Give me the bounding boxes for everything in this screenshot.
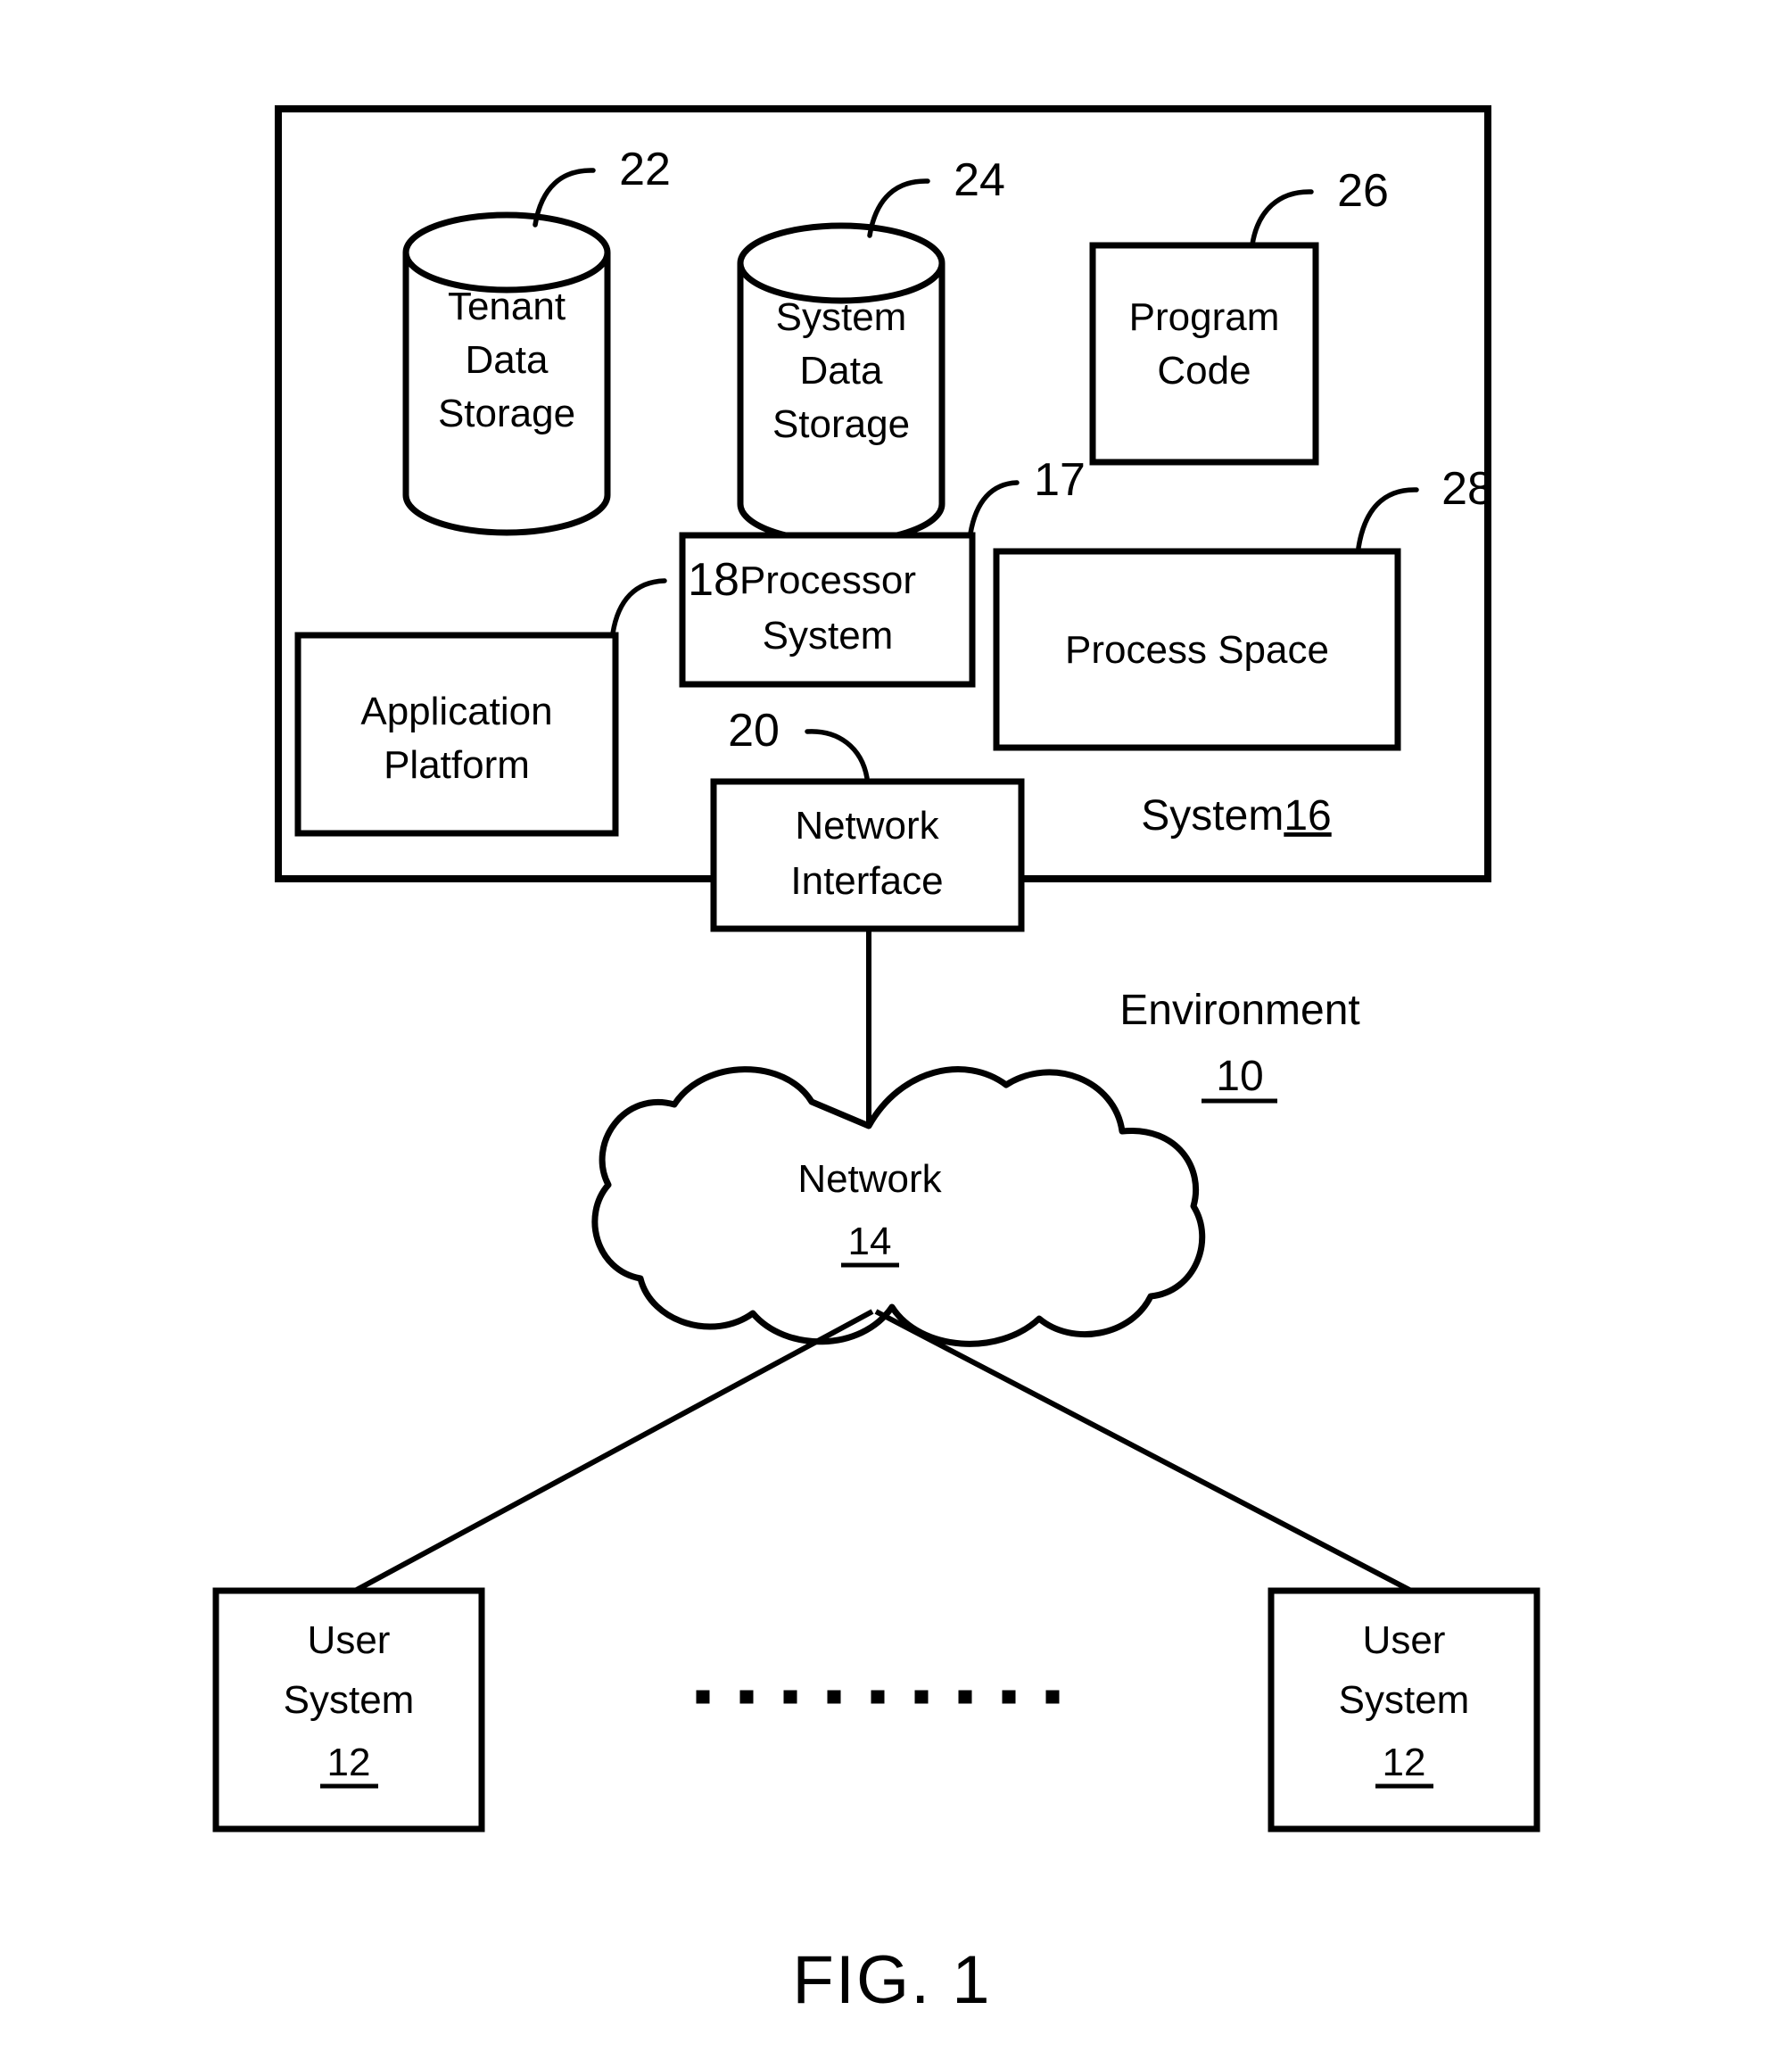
program-code-node[interactable]: Program Code	[1089, 242, 1319, 466]
ellipsis-dot	[914, 1690, 929, 1704]
processor-system-label-line1: Processor	[739, 558, 916, 602]
system-caption-ref: 16	[1284, 792, 1331, 840]
tenant-cylinder-top	[402, 211, 611, 294]
system-data-storage-label-line3: Storage	[772, 402, 910, 446]
figure-canvas: Tenant Data Storage 22 System Data Stora…	[212, 105, 1540, 2018]
user-system-left-label-line2: System	[284, 1678, 415, 1722]
ellipsis-dot	[1002, 1690, 1016, 1704]
user-system-left-label-line1: User	[308, 1618, 391, 1662]
user-system-right-label-line1: User	[1363, 1618, 1446, 1662]
application-platform-node[interactable]: Application Platform	[294, 632, 619, 837]
tenant-data-storage-node[interactable]: Tenant Data Storage	[402, 211, 611, 536]
network-interface-node[interactable]: Network Interface	[710, 778, 1025, 932]
system-caption: System16	[1141, 792, 1331, 840]
system-data-storage-node[interactable]: System Data Storage	[737, 222, 946, 545]
ellipsis-dot	[696, 1690, 710, 1704]
application-platform-box	[294, 632, 619, 837]
user-system-left-ref: 12	[327, 1741, 371, 1784]
tenant-data-storage-label-line2: Data	[466, 338, 549, 382]
environment-caption-text: Environment	[1119, 987, 1359, 1034]
system-data-storage-label-line2: Data	[800, 349, 883, 393]
figure-caption: FIG. 1	[792, 1942, 991, 2018]
ref-number-17: 17	[1034, 454, 1086, 506]
tenant-data-storage-label-line3: Storage	[438, 392, 575, 435]
leader-line-26	[1250, 189, 1314, 247]
patent-figure-page: Tenant Data Storage 22 System Data Stora…	[0, 0, 1792, 2060]
ellipsis-dot	[871, 1690, 885, 1704]
network-cloud-node[interactable]: Network 14	[591, 1066, 1206, 1347]
application-platform-label-line1: Application	[360, 690, 552, 733]
ellipsis-dot	[958, 1690, 972, 1704]
ellipsis-dot	[827, 1690, 841, 1704]
environment-caption-ref: 10	[1216, 1053, 1263, 1100]
connector-network-to-user-system-right	[874, 1309, 1413, 1593]
leader-line-17	[968, 480, 1020, 536]
system-caption-word: System	[1141, 792, 1284, 840]
process-space-label-line1: Process Space	[1065, 628, 1329, 672]
system-caption-text: System16	[1141, 792, 1331, 840]
program-code-label-line1: Program	[1129, 295, 1280, 339]
ellipsis-dot	[1045, 1690, 1060, 1704]
network-cloud-label: Network	[797, 1157, 942, 1201]
tenant-data-storage-label-line1: Tenant	[448, 285, 566, 328]
user-system-left-node[interactable]: User System 12	[212, 1587, 485, 1832]
network-cloud-ref: 14	[848, 1220, 892, 1263]
network-interface-label-line2: Interface	[790, 859, 943, 903]
ellipsis-dot	[739, 1690, 754, 1704]
program-code-label-line2: Code	[1157, 349, 1251, 393]
user-system-right-label-line2: System	[1339, 1678, 1470, 1722]
ref-number-22: 22	[619, 144, 671, 195]
ref-number-24: 24	[954, 154, 1005, 206]
leader-line-28	[1356, 487, 1419, 550]
network-cloud-shape	[591, 1066, 1206, 1347]
user-system-ellipsis	[696, 1690, 1060, 1704]
user-system-right-ref: 12	[1383, 1741, 1426, 1784]
ref-number-28: 28	[1441, 463, 1493, 515]
ref-number-26: 26	[1337, 165, 1389, 217]
environment-caption: Environment 10	[1119, 987, 1360, 1104]
leader-line-18	[610, 578, 667, 636]
ref-number-18: 18	[688, 554, 739, 606]
system-data-storage-label-line1: System	[776, 295, 907, 339]
connector-network-to-user-system-left	[353, 1309, 874, 1593]
system-cylinder-top	[737, 222, 946, 304]
application-platform-label-line2: Platform	[384, 743, 530, 787]
processor-system-label-line2: System	[763, 614, 894, 658]
user-system-right-node[interactable]: User System 12	[1268, 1587, 1540, 1832]
network-interface-label-line1: Network	[795, 804, 939, 848]
ellipsis-dot	[783, 1690, 797, 1704]
ref-number-20: 20	[728, 705, 780, 757]
leader-line-20	[805, 729, 870, 781]
process-space-node[interactable]: Process Space	[993, 548, 1401, 751]
